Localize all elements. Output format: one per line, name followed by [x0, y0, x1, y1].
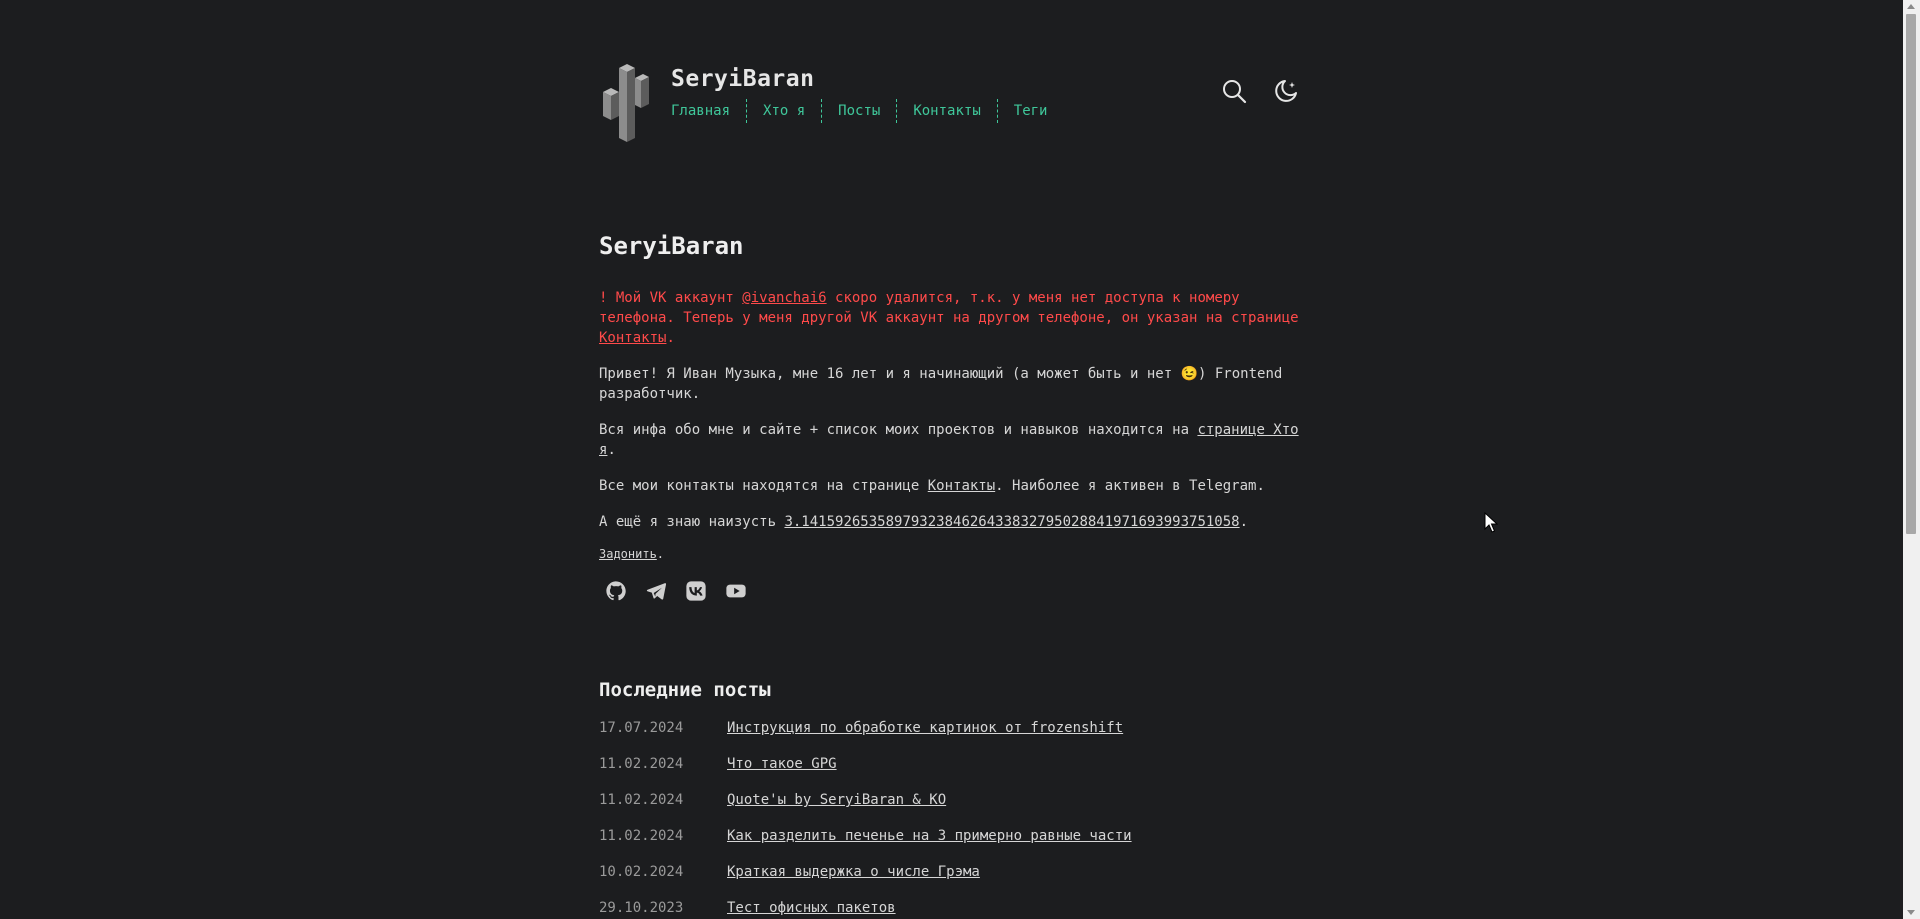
list-item: 11.02.2024 Что такое GPG: [599, 756, 1299, 792]
list-item: 11.02.2024 Quote'ы by SeryiBaran & KO: [599, 792, 1299, 828]
old-vk-link[interactable]: @ivanchai6: [742, 290, 826, 306]
pi-text-2: .: [1239, 514, 1249, 530]
contacts-paragraph: Все мои контакты находятся на странице К…: [599, 476, 1299, 496]
post-date: 10.02.2024: [599, 864, 684, 880]
main-nav: Главная Хто я Посты Контакты Теги: [671, 99, 1063, 123]
theme-toggle-icon[interactable]: [1273, 78, 1299, 104]
donate-text-2: .: [656, 547, 665, 561]
scroll-thumb[interactable]: [1906, 14, 1916, 534]
site-title[interactable]: SeryiBaran: [671, 66, 814, 92]
about-text-1: Вся инфа обо мне и сайте + список моих п…: [599, 422, 1198, 438]
scroll-down-icon[interactable]: [1907, 910, 1915, 915]
social-links: [605, 580, 1299, 602]
search-icon[interactable]: [1221, 78, 1247, 104]
intro-content: ! Мой VK аккаунт @ivanchai6 скоро удалит…: [599, 288, 1299, 602]
nav-about[interactable]: Хто я: [746, 99, 821, 123]
list-item: 11.02.2024 Как разделить печенье на 3 пр…: [599, 828, 1299, 864]
pi-link[interactable]: 3.14159265358979323846264338327950288419…: [784, 514, 1239, 530]
post-date: 29.10.2023: [599, 900, 684, 916]
nav-posts[interactable]: Посты: [821, 99, 896, 123]
header-icons: [1221, 78, 1299, 104]
post-link[interactable]: Quote'ы by SeryiBaran & KO: [727, 792, 946, 808]
youtube-icon[interactable]: [725, 580, 747, 602]
site-header: SeryiBaran Главная Хто я Посты Контакты …: [599, 0, 1299, 150]
posts-list: 17.07.2024 Инструкция по обработке карти…: [599, 720, 1299, 919]
vk-alert: ! Мой VK аккаунт @ivanchai6 скоро удалит…: [599, 288, 1299, 348]
pi-text-1: А ещё я знаю наизусть: [599, 514, 785, 530]
mouse-cursor-icon: [1484, 512, 1498, 533]
about-paragraph: Вся инфа обо мне и сайте + список моих п…: [599, 420, 1299, 460]
github-icon[interactable]: [605, 580, 627, 602]
list-item: 17.07.2024 Инструкция по обработке карти…: [599, 720, 1299, 756]
vk-icon[interactable]: [685, 580, 707, 602]
alert-text-1: ! Мой VK аккаунт: [599, 290, 743, 306]
donate-paragraph: Задонить.: [599, 544, 1299, 564]
telegram-icon[interactable]: [645, 580, 667, 602]
list-item: 10.02.2024 Краткая выдержка о числе Грэм…: [599, 864, 1299, 900]
list-item: 29.10.2023 Тест офисных пакетов: [599, 900, 1299, 919]
scroll-up-icon[interactable]: [1907, 4, 1915, 9]
logo-icon: [603, 64, 649, 142]
nav-home[interactable]: Главная: [671, 99, 746, 123]
page-title: SeryiBaran: [599, 232, 744, 260]
pi-paragraph: А ещё я знаю наизусть 3.1415926535897932…: [599, 512, 1299, 532]
post-link[interactable]: Как разделить печенье на 3 примерно равн…: [727, 828, 1132, 844]
intro-paragraph: Привет! Я Иван Музыка, мне 16 лет и я на…: [599, 366, 1283, 402]
main-container: SeryiBaran Главная Хто я Посты Контакты …: [599, 0, 1299, 916]
contacts-text-2: . Наиболее я активен в Telegram.: [995, 478, 1265, 494]
post-link[interactable]: Инструкция по обработке картинок от froz…: [727, 720, 1123, 736]
alert-contacts-link[interactable]: Контакты: [599, 330, 666, 346]
post-date: 11.02.2024: [599, 828, 684, 844]
nav-contacts[interactable]: Контакты: [896, 99, 996, 123]
post-link[interactable]: Тест офисных пакетов: [727, 900, 896, 916]
post-link[interactable]: Краткая выдержка о числе Грэма: [727, 864, 980, 880]
page: SeryiBaran Главная Хто я Посты Контакты …: [0, 0, 1920, 919]
nav-tags[interactable]: Теги: [996, 99, 1064, 123]
donate-link[interactable]: Задонить: [599, 547, 657, 561]
alert-text-3: .: [666, 330, 675, 346]
post-date: 11.02.2024: [599, 756, 684, 772]
post-date: 17.07.2024: [599, 720, 684, 736]
page-scrollbar[interactable]: [1903, 0, 1920, 919]
about-text-2: .: [607, 442, 616, 458]
post-date: 11.02.2024: [599, 792, 684, 808]
latest-posts-title: Последние посты: [599, 679, 771, 701]
contacts-text-1: Все мои контакты находятся на странице: [599, 478, 928, 494]
contacts-page-link[interactable]: Контакты: [928, 478, 995, 494]
post-link[interactable]: Что такое GPG: [727, 756, 837, 772]
